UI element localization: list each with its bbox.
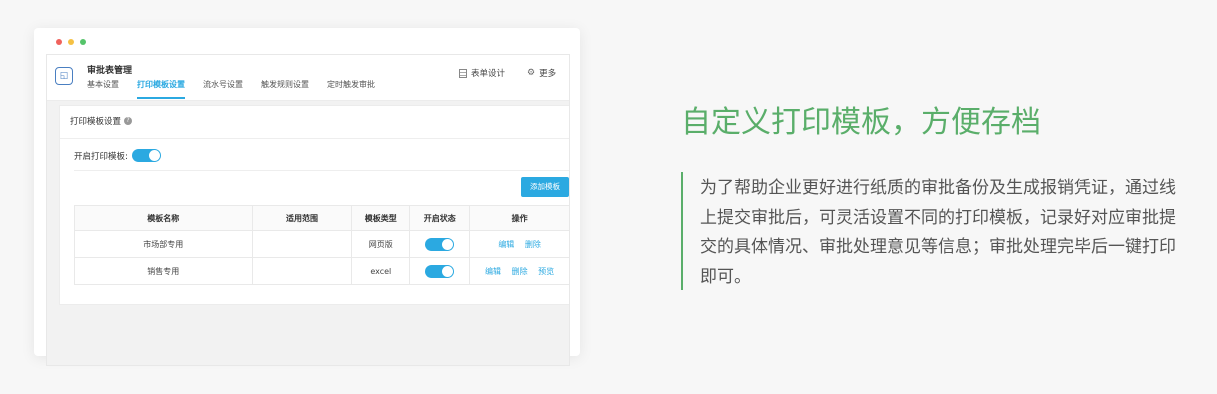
tab-basic-settings[interactable]: 基本设置 <box>87 77 119 99</box>
app-title: 审批表管理 <box>87 66 133 76</box>
actions-cell: 编辑 删除 <box>469 230 569 258</box>
gear-icon: ⚙ <box>527 68 536 78</box>
maximize-dot-icon[interactable] <box>80 39 86 45</box>
browser-mockup: ◱ 审批表管理 基本设置 打印模板设置 流水号设置 触发规则设置 定时触发审批 … <box>34 28 580 366</box>
template-type-cell: 网页版 <box>351 230 411 258</box>
table-row: 销售专用 excel 编辑 删除 预览 <box>74 257 569 285</box>
form-design-button[interactable]: 表单设计 <box>459 67 505 79</box>
scope-cell <box>251 257 353 285</box>
app-header: ◱ 审批表管理 基本设置 打印模板设置 流水号设置 触发规则设置 定时触发审批 … <box>47 55 569 101</box>
table-row: 市场部专用 网页版 编辑 删除 <box>74 230 569 258</box>
preview-link[interactable]: 预览 <box>538 267 554 276</box>
feature-description: 为了帮助企业更好进行纸质的审批备份及生成报销凭证，通过线上提交审批后，可灵活设置… <box>700 178 1176 287</box>
divider <box>60 138 569 139</box>
status-toggle[interactable] <box>425 237 455 251</box>
template-type-cell: excel <box>351 257 411 285</box>
status-cell <box>409 257 471 285</box>
template-table: 模板名称 适用范围 模板类型 开启状态 操作 市场部专用 网页版 编辑 删除 销… <box>74 205 569 285</box>
template-name-cell: 市场部专用 <box>74 230 253 258</box>
delete-link[interactable]: 删除 <box>525 240 541 249</box>
table-header-row: 模板名称 适用范围 模板类型 开启状态 操作 <box>74 205 569 231</box>
tab-print-template[interactable]: 打印模板设置 <box>137 77 185 99</box>
column-header: 适用范围 <box>251 205 353 231</box>
actions-cell: 编辑 删除 预览 <box>469 257 569 285</box>
window-controls <box>56 39 86 45</box>
column-header: 操作 <box>469 205 569 231</box>
status-toggle[interactable] <box>425 264 455 278</box>
tab-serial-number[interactable]: 流水号设置 <box>203 77 243 99</box>
column-header: 模板类型 <box>351 205 411 231</box>
add-template-button[interactable]: 添加模板 <box>521 177 569 197</box>
toggle-knob <box>442 265 454 277</box>
form-design-label: 表单设计 <box>471 69 506 79</box>
edit-link[interactable]: 编辑 <box>498 240 514 249</box>
column-header: 模板名称 <box>74 205 253 231</box>
close-dot-icon[interactable] <box>56 39 62 45</box>
edit-link[interactable]: 编辑 <box>485 267 501 276</box>
enable-print-row: 开启打印模板: <box>74 149 161 162</box>
tab-bar: 基本设置 打印模板设置 流水号设置 触发规则设置 定时触发审批 <box>87 77 393 99</box>
more-button[interactable]: ⚙ 更多 <box>527 67 556 79</box>
toggle-knob <box>442 238 454 250</box>
help-icon[interactable]: ? <box>124 117 133 125</box>
accent-bar <box>681 172 683 290</box>
form-icon <box>459 68 467 78</box>
divider <box>74 170 569 171</box>
toggle-knob <box>148 150 160 161</box>
enable-print-label: 开启打印模板: <box>74 151 128 162</box>
more-label: 更多 <box>539 69 557 79</box>
app-icon: ◱ <box>55 67 73 85</box>
column-header: 开启状态 <box>409 205 471 231</box>
delete-link[interactable]: 删除 <box>512 267 528 276</box>
panel-title-text: 打印模板设置 <box>70 117 122 127</box>
app-window: ◱ 审批表管理 基本设置 打印模板设置 流水号设置 触发规则设置 定时触发审批 … <box>46 54 570 366</box>
enable-print-toggle[interactable] <box>131 149 161 162</box>
scope-cell <box>251 230 353 258</box>
print-template-panel: 打印模板设置 ? 开启打印模板: 添加模板 模板名称 适用范围 模板类型 开启状… <box>59 105 569 305</box>
minimize-dot-icon[interactable] <box>68 39 74 45</box>
panel-title: 打印模板设置 ? <box>70 115 133 127</box>
status-cell <box>409 230 471 258</box>
tab-scheduled-trigger[interactable]: 定时触发审批 <box>327 77 375 99</box>
feature-headline: 自定义打印模板，方便存档 <box>681 105 1041 140</box>
template-name-cell: 销售专用 <box>74 257 253 285</box>
tab-trigger-rules[interactable]: 触发规则设置 <box>261 77 309 99</box>
